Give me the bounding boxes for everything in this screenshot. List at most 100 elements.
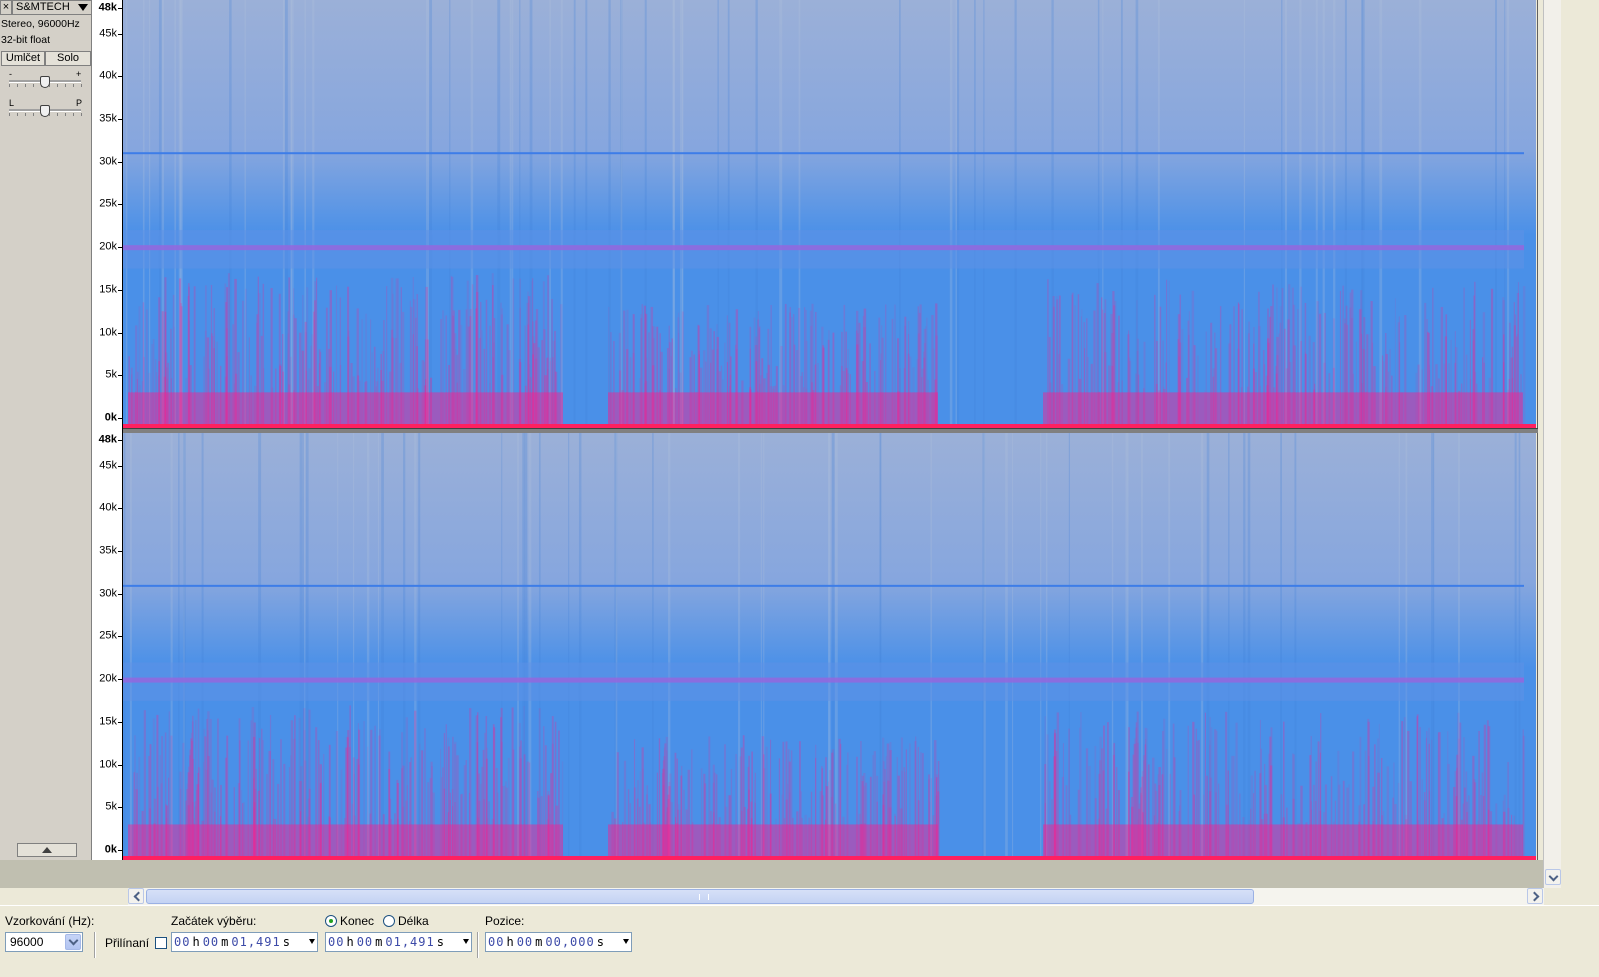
ruler-label: 15k (99, 283, 117, 296)
snap-checkbox[interactable] (155, 937, 167, 949)
ruler-tick (118, 636, 122, 638)
seconds-unit: s (436, 935, 444, 949)
gain-minus-label: - (9, 69, 12, 79)
spectrogram-channel-left[interactable] (123, 0, 1538, 428)
ruler-tick (118, 204, 122, 206)
ruler-tick (118, 721, 122, 723)
spectrogram-streak (497, 0, 501, 428)
horizontal-scrollbar[interactable] (128, 888, 1544, 905)
start-minutes: 00 (202, 935, 220, 949)
chevron-left-icon (133, 891, 144, 902)
track-name: S&MTECH (16, 1, 70, 13)
ruler-label: 35k (99, 544, 117, 557)
spectrogram-streak (307, 433, 309, 860)
vertical-scrollbar[interactable] (1543, 0, 1561, 888)
track-collapse-button[interactable] (17, 843, 77, 857)
spectrogram-image (123, 0, 1536, 428)
spectrogram-streak (429, 0, 433, 428)
ruler-label: 15k (99, 715, 117, 728)
ruler-label: 20k (99, 240, 117, 253)
ruler-label: 0k (104, 411, 117, 424)
chevron-down-icon (68, 935, 79, 946)
ruler-tick (118, 807, 122, 809)
spectrogram-energy (1522, 735, 1526, 856)
ruler-label: 48k (98, 1, 117, 14)
hours-unit: h (192, 935, 200, 949)
time-format-menu-icon[interactable] (463, 939, 469, 944)
spectrogram-streak (1014, 0, 1017, 428)
spectrogram-streak (178, 433, 180, 860)
sample-rate-combo[interactable]: 96000 (5, 932, 83, 952)
start-seconds: 01,491 (231, 935, 281, 949)
slider-tick (25, 113, 26, 116)
spectrogram-streak (585, 0, 588, 428)
spectrogram-streak (1518, 433, 1521, 860)
track-close-button[interactable]: × (0, 0, 12, 15)
slider-tick (17, 113, 18, 116)
selection-end-time[interactable]: 00 h 00 m 01,491 s (325, 932, 472, 952)
spectrogram-streak (957, 0, 960, 428)
horizontal-scroll-thumb[interactable] (146, 889, 1254, 904)
slider-tick (33, 84, 34, 87)
spectrogram-low-energy (128, 392, 563, 424)
spectrogram-streak (125, 0, 128, 428)
spectrogram-image (123, 433, 1536, 860)
frequency-ruler: 48k 45k 40k 35k 30k 25k 20k 15k 10k 5k 0k 48k 45k 40k… (92, 0, 123, 860)
ruler-label: 30k (99, 155, 117, 168)
spectrogram-streak (1005, 433, 1008, 860)
track-name-menu-button[interactable]: S&MTECH (12, 0, 92, 15)
sample-rate-label: Vzorkování (Hz): (5, 914, 95, 928)
spectrogram-channel-right[interactable] (123, 433, 1538, 860)
hours-unit: h (346, 935, 354, 949)
end-radio[interactable] (325, 915, 337, 927)
gain-slider-thumb[interactable] (40, 76, 50, 88)
ruler-tick (118, 551, 122, 553)
ruler-tick (118, 850, 122, 851)
slider-tick (81, 84, 82, 87)
spectrogram-streak (1157, 0, 1160, 428)
end-hours: 00 (328, 935, 345, 949)
length-radio[interactable] (383, 915, 395, 927)
minutes-unit: m (375, 935, 383, 949)
ruler-tick (118, 375, 122, 377)
selection-start-time[interactable]: 00 h 00 m 01,491 s (171, 932, 318, 952)
spectrogram-streak (834, 433, 838, 860)
end-minutes: 00 (356, 935, 374, 949)
ruler-label: 45k (99, 27, 117, 40)
spectrogram-low-energy (1043, 392, 1523, 424)
scroll-right-button[interactable] (1527, 888, 1543, 904)
ruler-tick (118, 508, 122, 510)
spectrogram-streak (899, 0, 901, 428)
spectrogram-streak (983, 0, 985, 428)
spectrogram-streak (880, 433, 882, 860)
scroll-grip-icon (699, 894, 709, 900)
slider-tick (33, 113, 34, 116)
audio-position-time[interactable]: 00 h 00 m 00,000 s (485, 932, 632, 952)
spectrogram-streak (1495, 0, 1497, 428)
spectrogram-band (123, 230, 1524, 269)
scroll-left-button[interactable] (128, 888, 144, 904)
time-format-menu-icon[interactable] (623, 939, 629, 944)
spectrogram-streak (1405, 433, 1408, 860)
snap-label: Přilínaní (105, 936, 150, 950)
time-format-menu-icon[interactable] (309, 939, 315, 944)
slider-tick (65, 84, 66, 87)
pan-slider-thumb[interactable] (40, 105, 50, 117)
spectrogram-streak (955, 0, 957, 428)
selection-toolbar: Vzorkování (Hz): 96000 Přilínaní Začátek… (0, 905, 1599, 977)
spectrogram-low-energy (128, 824, 563, 856)
sample-rate-dropdown-button[interactable] (65, 934, 81, 950)
ruler-label: 10k (99, 758, 117, 771)
minutes-unit: m (221, 935, 229, 949)
position-label: Pozice: (485, 914, 525, 928)
spectrogram-streak (123, 433, 126, 860)
mute-button[interactable]: Umlčet (1, 51, 45, 66)
scroll-down-button[interactable] (1545, 869, 1561, 885)
solo-button[interactable]: Solo (45, 51, 91, 66)
ruler-tick (118, 33, 122, 35)
sample-rate-value: 96000 (10, 935, 44, 949)
seconds-unit: s (596, 935, 604, 949)
ruler-label: 5k (105, 800, 117, 813)
slider-tick (73, 113, 74, 116)
spectrogram-line-31k (123, 584, 1524, 587)
